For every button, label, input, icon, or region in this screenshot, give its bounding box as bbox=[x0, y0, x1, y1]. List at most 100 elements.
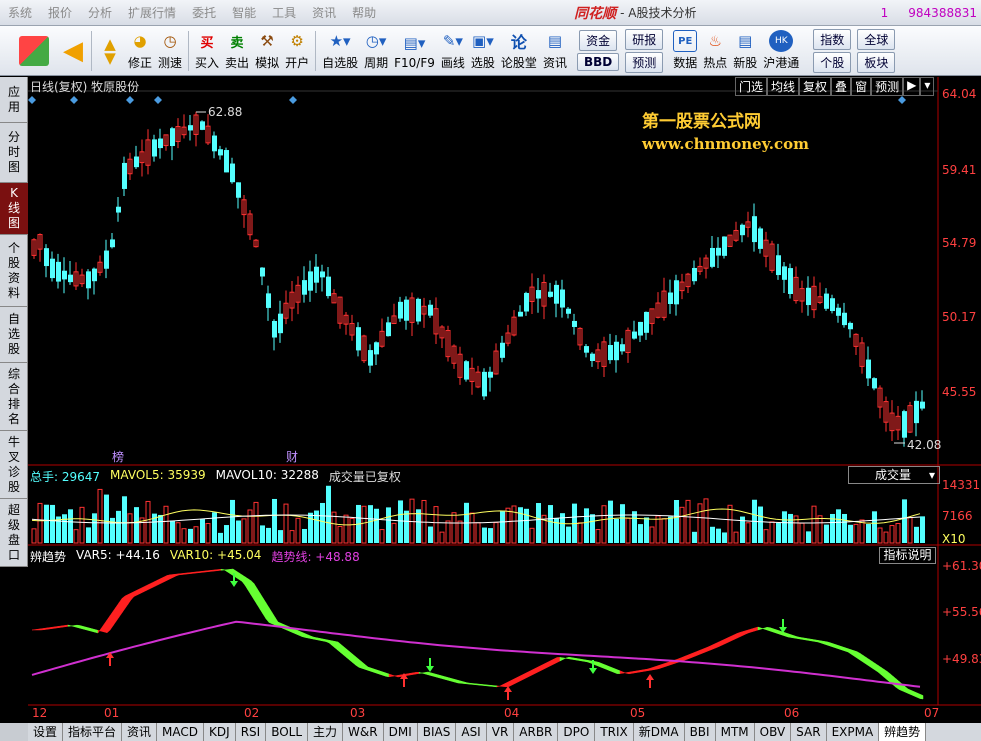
menu-item-system[interactable]: 系统 bbox=[0, 0, 40, 26]
hotspot-button[interactable]: ♨ 热点 bbox=[700, 28, 730, 74]
simulate-button[interactable]: ⚒ 模拟 bbox=[252, 28, 282, 74]
volume-indicator-dropdown[interactable]: 成交量 ▾ bbox=[848, 466, 940, 484]
chart-btn-overlay[interactable]: 叠 bbox=[831, 77, 852, 96]
volume-bar bbox=[337, 525, 343, 544]
scroll-updown-button[interactable]: ▲ ▼ bbox=[95, 28, 125, 74]
candle-body bbox=[644, 311, 649, 333]
stock-button[interactable]: 个股 bbox=[813, 51, 852, 73]
menu-item-quote[interactable]: 报价 bbox=[40, 0, 80, 26]
left-tab-timeshare[interactable]: 分时图 bbox=[0, 123, 28, 183]
candle-body bbox=[914, 400, 919, 424]
marker-cai[interactable]: 财 bbox=[286, 448, 298, 465]
bottom-tab[interactable]: RSI bbox=[236, 723, 267, 741]
left-tab-diagnosis[interactable]: 牛叉诊股 bbox=[0, 431, 28, 499]
data-button[interactable]: PE 数据 bbox=[670, 28, 700, 74]
open-account-button[interactable]: ⚙ 开户 bbox=[282, 28, 312, 74]
volume-bar bbox=[224, 525, 229, 543]
left-tab-apps[interactable]: 应用 bbox=[0, 77, 28, 123]
bottom-tab[interactable]: 资讯 bbox=[122, 723, 158, 741]
draw-line-button[interactable]: ✎▾ 画线 bbox=[438, 28, 468, 74]
home-button[interactable] bbox=[16, 28, 52, 74]
bottom-tab[interactable]: 辨趋势 bbox=[879, 723, 927, 741]
hk-connect-button[interactable]: HK 沪港通 bbox=[760, 28, 802, 74]
volume-bar bbox=[595, 529, 601, 544]
bottom-tab[interactable]: DPO bbox=[558, 723, 596, 741]
adjust-button[interactable]: ◕ 修正 bbox=[125, 28, 155, 74]
news-button[interactable]: ▤ 资讯 bbox=[540, 28, 570, 74]
watchlist-button[interactable]: ★▾ 自选股 bbox=[319, 28, 361, 74]
sector-button[interactable]: 板块 bbox=[857, 51, 896, 73]
bottom-tab[interactable]: MTM bbox=[716, 723, 755, 741]
fund-button[interactable]: 资金 bbox=[579, 30, 618, 51]
bottom-tab[interactable]: ASI bbox=[456, 723, 487, 741]
chart-btn-ma[interactable]: 均线 bbox=[767, 77, 800, 96]
bottom-tab[interactable]: BIAS bbox=[418, 723, 457, 741]
research-button[interactable]: 研报 bbox=[625, 28, 664, 50]
menu-item-smart[interactable]: 智能 bbox=[224, 0, 264, 26]
candle-body bbox=[722, 236, 727, 256]
left-tab-depth[interactable]: 超级盘口 bbox=[0, 499, 28, 567]
bottom-tab[interactable]: 新DMA bbox=[634, 723, 685, 741]
bottom-tab[interactable]: TRIX bbox=[595, 723, 634, 741]
indicator-band-segment bbox=[274, 616, 279, 627]
sell-button[interactable]: 卖 卖出 bbox=[222, 28, 252, 74]
forecast-button[interactable]: 预测 bbox=[625, 51, 664, 73]
period-button[interactable]: ◷▾ 周期 bbox=[361, 28, 391, 74]
bottom-tab[interactable]: MACD bbox=[157, 723, 205, 741]
indicator-band-segment bbox=[73, 624, 78, 628]
bottom-tab[interactable]: VR bbox=[487, 723, 515, 741]
indicator-band-segment bbox=[556, 657, 561, 663]
menu-item-tools[interactable]: 工具 bbox=[264, 0, 304, 26]
bottom-tab[interactable]: 设置 bbox=[28, 723, 64, 741]
menu-item-news[interactable]: 资讯 bbox=[304, 0, 344, 26]
index-button[interactable]: 指数 bbox=[813, 28, 852, 50]
kline-chart-area[interactable]: 日线(复权) 牧原股份 门选 均线 复权 叠 窗 预测 ▶ ▾ 第一股票公式网 … bbox=[28, 77, 981, 722]
menu-item-order[interactable]: 委托 bbox=[184, 0, 224, 26]
buy-button[interactable]: 买 买入 bbox=[192, 28, 222, 74]
stock-picker-button[interactable]: ▣▾ 选股 bbox=[468, 28, 498, 74]
x-axis-label: 12 bbox=[32, 706, 48, 720]
chart-btn-menu[interactable]: ▾ bbox=[920, 77, 935, 96]
bottom-tab[interactable]: W&R bbox=[343, 723, 384, 741]
bottom-tab[interactable]: BOLL bbox=[266, 723, 309, 741]
back-button[interactable]: ◀ bbox=[58, 28, 88, 74]
indicator-band-segment bbox=[811, 639, 816, 642]
bottom-tab[interactable]: BBI bbox=[685, 723, 716, 741]
indicator-explain-button[interactable]: 指标说明 bbox=[879, 547, 936, 564]
left-tab-kline[interactable]: K线图 bbox=[0, 183, 28, 235]
chart-btn-forecast[interactable]: 预测 bbox=[871, 77, 904, 96]
chart-btn-select[interactable]: 门选 bbox=[735, 77, 768, 96]
bottom-tab[interactable]: OBV bbox=[755, 723, 792, 741]
chart-btn-expand[interactable]: ▶ bbox=[903, 77, 921, 96]
left-tab-watchlist[interactable]: 自选股 bbox=[0, 307, 28, 363]
candle-body bbox=[188, 125, 193, 131]
left-tab-stock-profile[interactable]: 个股资料 bbox=[0, 235, 28, 307]
bottom-tab[interactable]: 指标平台 bbox=[63, 723, 123, 741]
speedtest-button[interactable]: ◷ 测速 bbox=[155, 28, 185, 74]
bottom-tab[interactable]: KDJ bbox=[204, 723, 236, 741]
global-button[interactable]: 全球 bbox=[857, 28, 896, 50]
bottom-tab[interactable]: ARBR bbox=[514, 723, 559, 741]
bottom-tab[interactable]: DMI bbox=[384, 723, 418, 741]
volume-bar bbox=[326, 485, 331, 543]
left-tab-ranking[interactable]: 综合排名 bbox=[0, 363, 28, 431]
candle-body bbox=[398, 301, 403, 319]
bottom-tab[interactable]: EXPMA bbox=[827, 723, 880, 741]
marker-bang[interactable]: 榜 bbox=[112, 448, 124, 465]
indicator-band-segment bbox=[337, 641, 342, 654]
indicator-band-segment bbox=[262, 597, 267, 620]
volume-bar bbox=[584, 508, 589, 543]
new-stock-button[interactable]: ▤ 新股 bbox=[730, 28, 760, 74]
menu-item-help[interactable]: 帮助 bbox=[344, 0, 384, 26]
bbd-button[interactable]: BBD bbox=[576, 53, 620, 71]
chart-btn-window[interactable]: 窗 bbox=[851, 77, 872, 96]
bottom-tab[interactable]: 主力 bbox=[308, 723, 344, 741]
menu-item-extended-quote[interactable]: 扩展行情 bbox=[120, 0, 184, 26]
f10-button[interactable]: ▤▾ F10/F9 bbox=[391, 28, 438, 74]
indicator-band-segment bbox=[601, 663, 606, 670]
indicator-band-segment bbox=[511, 678, 516, 686]
bottom-tab[interactable]: SAR bbox=[791, 723, 827, 741]
forum-button[interactable]: 论 论股堂 bbox=[498, 28, 540, 74]
chart-btn-restore[interactable]: 复权 bbox=[799, 77, 832, 96]
menu-item-analysis[interactable]: 分析 bbox=[80, 0, 120, 26]
